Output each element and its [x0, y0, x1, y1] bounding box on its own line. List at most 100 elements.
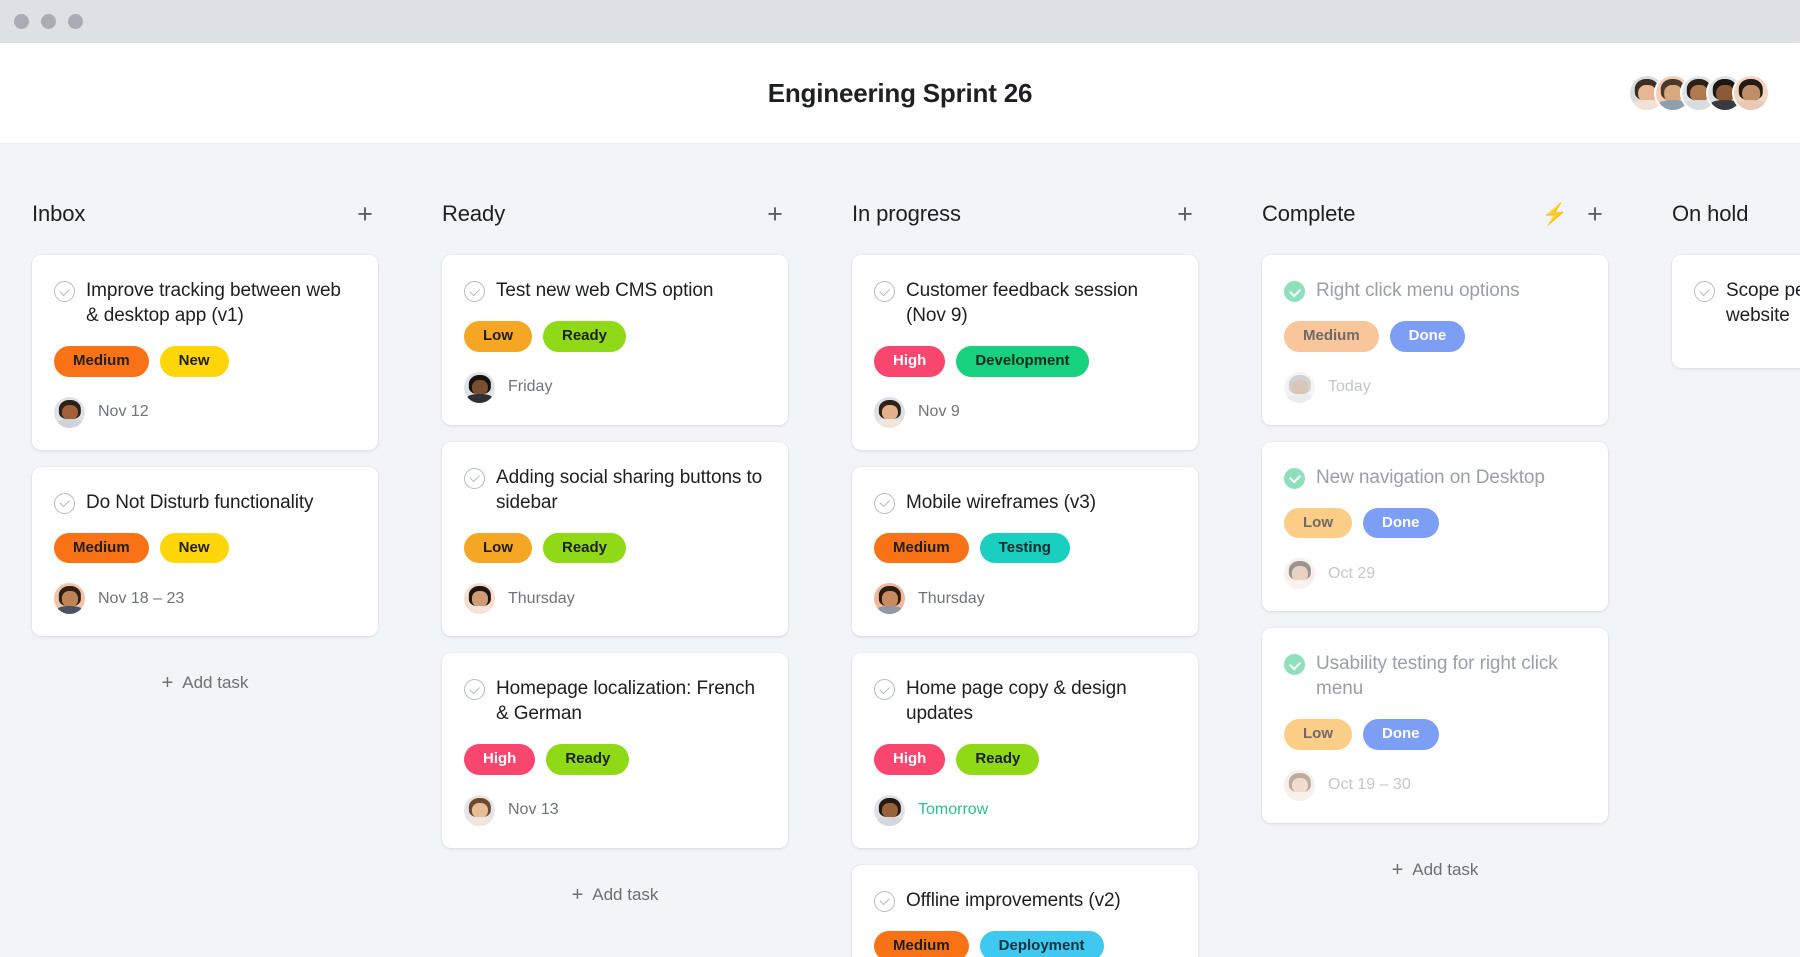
tag-pill[interactable]: Ready — [546, 744, 630, 775]
card-meta: Nov 9 — [874, 396, 1176, 428]
tag-pill[interactable]: Done — [1363, 507, 1439, 539]
card-due-date[interactable]: Tomorrow — [918, 801, 988, 819]
add-task-button[interactable]: + Add task — [1262, 840, 1608, 890]
task-card[interactable]: Usability testing for right click menu Lo… — [1262, 628, 1608, 823]
board-members[interactable] — [1630, 76, 1768, 110]
tag-pill[interactable]: High — [464, 744, 536, 775]
task-card[interactable]: Offline improvements (v2) Medium Deploymen… — [852, 864, 1198, 957]
card-due-date[interactable]: Nov 9 — [918, 403, 960, 421]
tag-pill[interactable]: Low — [1284, 719, 1352, 750]
card-due-date[interactable]: Oct 29 — [1328, 565, 1375, 583]
assignee-avatar — [54, 583, 85, 615]
add-card-icon[interactable]: + — [1172, 200, 1198, 227]
card-tags: Medium Deployment — [874, 930, 1176, 957]
card-title-row: Scope personalization for website — [1694, 279, 1800, 328]
add-task-button[interactable]: + Add task — [442, 865, 788, 915]
tag-pill[interactable]: Testing — [979, 532, 1070, 564]
card-title: Usability testing for right click menu — [1316, 653, 1558, 700]
task-check-icon[interactable] — [874, 890, 895, 912]
task-complete-check-icon[interactable] — [1284, 467, 1305, 489]
tag-pill[interactable]: Development — [956, 346, 1089, 377]
task-check-icon[interactable] — [464, 467, 485, 489]
add-card-icon[interactable]: + — [1582, 200, 1608, 227]
task-check-icon[interactable] — [54, 492, 75, 514]
card-tags: High Development — [874, 346, 1176, 377]
task-card[interactable]: Improve tracking between web & desktop a… — [32, 255, 378, 450]
card-due-date[interactable]: Nov 13 — [508, 801, 559, 819]
close-button[interactable] — [14, 14, 29, 29]
tag-pill[interactable]: Medium — [874, 930, 969, 957]
tag-pill[interactable]: Medium — [874, 532, 969, 564]
task-check-icon[interactable] — [874, 492, 895, 514]
task-check-icon[interactable] — [874, 281, 895, 302]
task-check-icon[interactable] — [1694, 281, 1715, 302]
task-card[interactable]: Test new web CMS option Low Ready Friday — [442, 255, 788, 425]
minimize-button[interactable] — [41, 14, 56, 29]
tag-pill[interactable]: Low — [1284, 507, 1352, 539]
add-card-icon[interactable]: + — [762, 200, 788, 227]
card-due-date[interactable]: Thursday — [508, 590, 575, 608]
tag-pill[interactable]: Done — [1363, 719, 1439, 750]
tag-pill[interactable]: Medium — [54, 532, 149, 564]
task-card[interactable]: New navigation on Desktop Low Done Oct 29 — [1262, 441, 1608, 612]
tag-pill[interactable]: Ready — [543, 532, 627, 564]
lightning-bolt-icon[interactable]: ⚡ — [1542, 204, 1568, 225]
column-title: Complete — [1262, 201, 1356, 226]
zoom-button[interactable] — [68, 14, 83, 29]
task-card[interactable]: Scope personalization for website — [1672, 255, 1800, 369]
add-task-button[interactable]: + Add task — [32, 653, 378, 703]
tag-pill[interactable]: Medium — [54, 346, 149, 377]
task-check-icon[interactable] — [54, 281, 75, 302]
tag-pill[interactable]: High — [874, 744, 946, 775]
tag-pill[interactable]: High — [874, 346, 946, 377]
card-title-row: Home page copy & design updates — [874, 677, 1176, 726]
assignee-avatar — [464, 583, 495, 615]
task-card[interactable]: Right click menu options Medium Done Today — [1262, 255, 1608, 425]
task-card[interactable]: Do Not Disturb functionality Medium New Nov… — [32, 466, 378, 637]
column-header: In progress + — [852, 196, 1198, 232]
task-card[interactable]: Home page copy & design updates High Ready… — [852, 653, 1198, 848]
task-card[interactable]: Customer feedback session (Nov 9) High Dev… — [852, 255, 1198, 450]
column-actions: ⚡ + — [1542, 200, 1608, 227]
tag-pill[interactable]: New — [159, 346, 229, 377]
task-complete-check-icon[interactable] — [1284, 281, 1305, 302]
card-title-row: Offline improvements (v2) — [874, 889, 1176, 913]
tag-pill[interactable]: Medium — [1284, 321, 1379, 352]
app-header: Engineering Sprint 26 — [0, 43, 1800, 144]
tag-pill[interactable]: Deployment — [979, 930, 1104, 957]
tag-pill[interactable]: Low — [464, 321, 532, 352]
task-card[interactable]: Adding social sharing buttons to sidebar… — [442, 441, 788, 637]
assignee-avatar — [1284, 558, 1315, 590]
card-meta: Nov 18 – 23 — [54, 583, 356, 615]
card-due-date[interactable]: Nov 12 — [98, 403, 149, 421]
tag-pill[interactable]: Ready — [543, 321, 627, 352]
card-meta: Friday — [464, 371, 766, 403]
tag-pill[interactable]: Done — [1389, 321, 1466, 352]
task-check-icon[interactable] — [874, 679, 895, 701]
column-title: In progress — [852, 201, 961, 226]
card-due-date[interactable]: Friday — [508, 378, 552, 396]
task-complete-check-icon[interactable] — [1284, 654, 1305, 676]
card-due-date[interactable]: Thursday — [918, 590, 985, 608]
tag-pill[interactable]: Ready — [956, 744, 1040, 775]
task-check-icon[interactable] — [464, 679, 485, 701]
task-check-icon[interactable] — [464, 281, 485, 302]
card-due-date[interactable]: Today — [1328, 378, 1371, 396]
column-actions: + — [1172, 200, 1198, 227]
column-cards: Customer feedback session (Nov 9) High Dev… — [852, 255, 1198, 957]
card-tags: Medium Testing — [874, 532, 1176, 564]
task-card[interactable]: Mobile wireframes (v3) Medium Testing Thurs… — [852, 466, 1198, 637]
column-header: Inbox + — [32, 196, 378, 232]
card-meta: Tomorrow — [874, 794, 1176, 826]
card-title: Improve tracking between web & desktop a… — [86, 280, 341, 327]
task-card[interactable]: Homepage localization: French & German Hi… — [442, 653, 788, 848]
add-task-label: Add task — [182, 673, 249, 693]
card-title: Do Not Disturb functionality — [86, 491, 314, 513]
card-meta: Nov 13 — [464, 794, 766, 826]
card-tags: Medium New — [54, 532, 356, 564]
card-due-date[interactable]: Nov 18 – 23 — [98, 590, 184, 608]
card-due-date[interactable]: Oct 19 – 30 — [1328, 776, 1411, 794]
add-card-icon[interactable]: + — [352, 200, 378, 227]
tag-pill[interactable]: Low — [464, 532, 532, 564]
tag-pill[interactable]: New — [159, 532, 229, 564]
